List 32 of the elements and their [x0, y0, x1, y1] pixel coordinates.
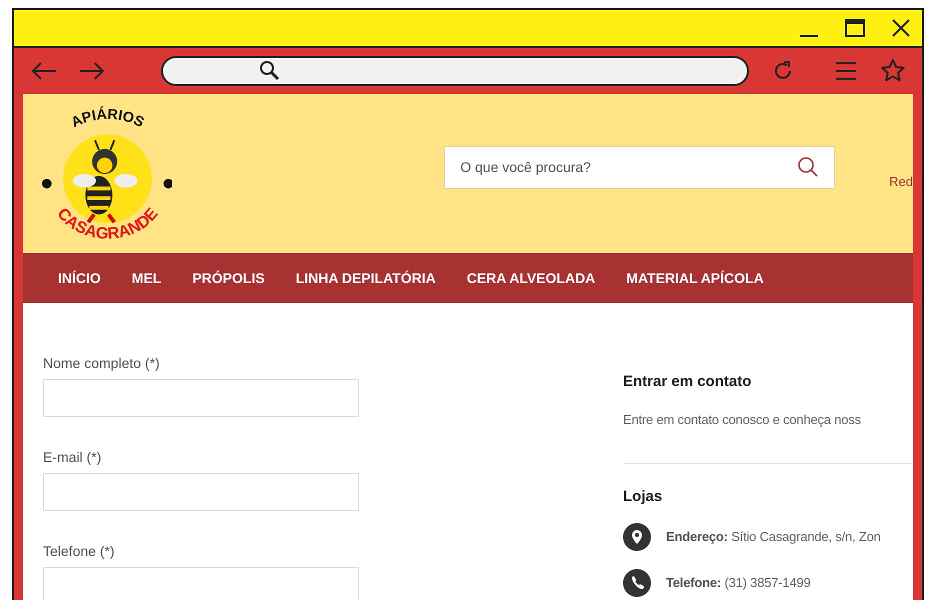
field-label: Telefone (*): [43, 542, 116, 561]
search-field[interactable]: O que você procura?: [444, 146, 836, 188]
contact-text: Entre em contato conosco e conheça noss: [623, 410, 862, 429]
input-field[interactable]: [43, 473, 359, 511]
nav-link[interactable]: PRÓPOLIS: [192, 268, 265, 288]
back-arrow-icon[interactable]: [30, 61, 58, 81]
location-pin-icon: [623, 522, 651, 550]
nav-link[interactable]: CERA ALVEOLADA: [466, 268, 596, 288]
search-icon: [259, 60, 282, 82]
input-field[interactable]: [43, 379, 359, 417]
phone-text: Telefone: (31) 3857-1499: [666, 574, 811, 592]
search-input[interactable]: O que você procura?: [460, 156, 798, 178]
field-label: E-mail (*): [43, 448, 102, 467]
address-text: Endereço: Sítio Casagrande, s/n, Zon: [666, 528, 881, 546]
logo-top-text: APIÁRIOS: [68, 106, 146, 131]
stores-heading: Lojas: [623, 487, 664, 507]
address-bar[interactable]: [161, 56, 749, 86]
close-icon[interactable]: [890, 17, 912, 39]
field-label: Nome completo (*): [43, 354, 161, 373]
menu-icon[interactable]: [834, 59, 858, 83]
star-icon[interactable]: [880, 58, 906, 84]
header-link[interactable]: Red: [889, 172, 913, 192]
search-icon[interactable]: [797, 156, 820, 178]
forward-arrow-icon[interactable]: [78, 61, 106, 81]
phone-icon: [623, 568, 651, 596]
maximize-icon[interactable]: [844, 17, 866, 39]
nav-link[interactable]: INÍCIO: [58, 268, 101, 288]
nav-link[interactable]: MEL: [132, 268, 162, 288]
nav-link[interactable]: MATERIAL APÍCOLA: [626, 268, 764, 288]
contact-heading: Entrar em contato: [623, 372, 752, 392]
nav-link[interactable]: LINHA DEPILATÓRIA: [296, 268, 436, 288]
input-field[interactable]: [43, 567, 359, 600]
